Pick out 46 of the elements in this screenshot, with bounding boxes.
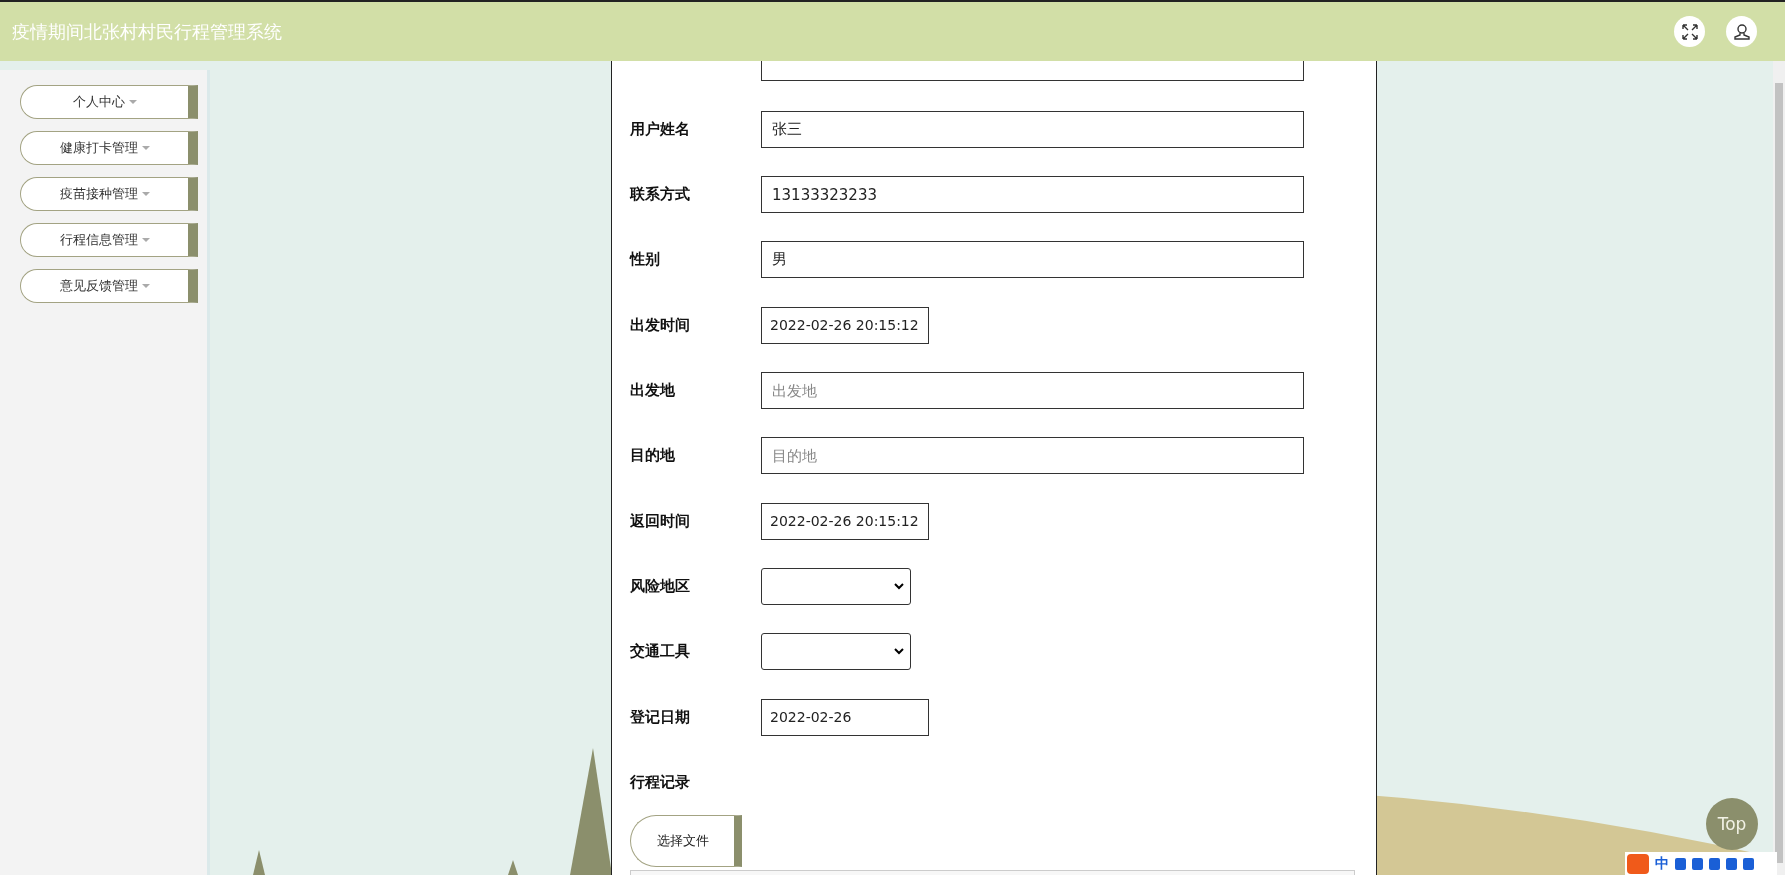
input-field[interactable]: 男	[761, 241, 1304, 279]
field-label: 目的地	[630, 446, 676, 466]
input-field[interactable]: 张三	[761, 110, 1304, 148]
field-label: 出发时间	[630, 315, 691, 335]
select-field[interactable]	[761, 567, 911, 605]
field-label: 性别	[630, 250, 661, 270]
caret-icon	[141, 192, 150, 196]
field-label: 联系方式	[630, 185, 691, 205]
chevron-icon	[894, 648, 904, 656]
ime-mode[interactable]: 中	[1655, 854, 1669, 873]
fullscreen-icon[interactable]	[1674, 16, 1705, 47]
date-field[interactable]: 2022-02-26 20:15:12	[761, 306, 929, 344]
chevron-icon	[894, 582, 904, 590]
input-field[interactable]: 出发地	[761, 372, 1304, 409]
app-title: 疫情期间北张村村民行程管理系统	[12, 19, 282, 44]
file-button[interactable]: 选择文件	[630, 814, 742, 867]
ime-tool-icon[interactable]	[1743, 857, 1754, 870]
caret-icon	[141, 238, 150, 242]
menu-item[interactable]: 健康打卡管理	[20, 131, 198, 165]
user-icon[interactable]	[1726, 16, 1757, 47]
field-label: 行程记录	[630, 772, 691, 792]
field-label: 交通工具	[630, 642, 691, 662]
ime-tool-icon[interactable]	[1726, 857, 1737, 870]
field-label: 用户姓名	[630, 119, 691, 139]
field-label: 返回时间	[630, 511, 691, 531]
menu-item[interactable]: 个人中心	[20, 85, 198, 119]
caret-icon	[141, 146, 150, 150]
field-label: 风险地区	[630, 576, 691, 596]
ime-logo-icon	[1627, 853, 1649, 874]
ime-tool-icon[interactable]	[1692, 857, 1703, 870]
menu-item[interactable]: 行程信息管理	[20, 223, 198, 257]
menu-item[interactable]: 意见反馈管理	[20, 269, 198, 303]
input-field[interactable]: 目的地	[761, 437, 1304, 475]
scrollbar[interactable]	[1773, 61, 1785, 875]
ime-tool-icon[interactable]	[1675, 857, 1686, 870]
field-label: 出发地	[630, 381, 676, 400]
caret-icon	[128, 100, 137, 104]
input-field[interactable]: 13133323233	[761, 176, 1304, 214]
field-label: 登记日期	[630, 707, 691, 727]
date-field[interactable]: 2022-02-26 20:15:12	[761, 502, 929, 540]
date-field[interactable]: 2022-02-26	[761, 698, 929, 736]
caret-icon	[141, 284, 150, 288]
input-field[interactable]	[761, 61, 1304, 81]
select-field[interactable]	[761, 633, 911, 671]
ime-tool-icon[interactable]	[1709, 857, 1720, 870]
menu-item[interactable]: 疫苗接种管理	[20, 177, 198, 211]
